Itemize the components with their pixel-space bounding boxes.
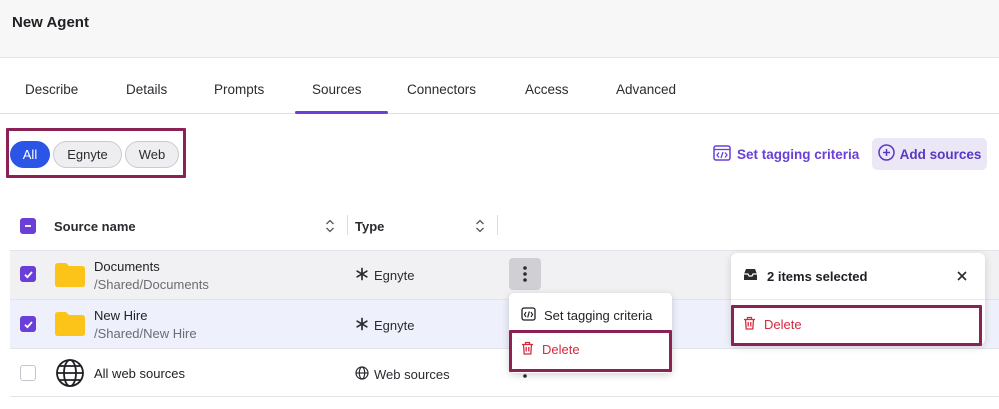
filter-chip-all[interactable]: All (10, 141, 50, 168)
tab-bar: Describe Details Prompts Sources Connect… (0, 70, 999, 114)
trash-icon (743, 316, 756, 333)
folder-icon (54, 262, 86, 293)
select-all-checkbox[interactable] (20, 218, 36, 234)
tab-details[interactable]: Details (126, 82, 167, 97)
source-type: Egnyte (355, 267, 414, 284)
sort-name-icon[interactable] (325, 218, 335, 239)
menu-item-label: Delete (542, 342, 580, 357)
egnyte-icon (355, 317, 369, 334)
egnyte-icon (355, 267, 369, 284)
folder-icon (54, 311, 86, 342)
source-name: All web sources (94, 366, 186, 381)
row-actions-button[interactable] (509, 258, 541, 290)
set-tagging-criteria-button[interactable]: Set tagging criteria (713, 143, 859, 165)
selection-panel-header: 2 items selected (743, 268, 867, 284)
active-tab-indicator (295, 111, 388, 114)
tab-sources[interactable]: Sources (312, 82, 362, 97)
source-path: /Shared/Documents (94, 277, 209, 292)
tab-prompts[interactable]: Prompts (214, 82, 264, 97)
selection-panel: 2 items selected Delete (731, 253, 985, 345)
column-divider (497, 215, 498, 235)
close-icon[interactable] (956, 269, 968, 287)
selection-count: 2 items selected (767, 268, 868, 284)
bulk-delete-label: Delete (764, 317, 802, 332)
source-type-label: Egnyte (374, 268, 415, 283)
source-name: Documents (94, 259, 160, 274)
app-header: New Agent (0, 0, 999, 58)
menu-item-delete[interactable]: Delete (521, 341, 580, 358)
add-sources-button[interactable]: Add sources (872, 138, 987, 170)
row-context-menu: Set tagging criteria Delete (509, 293, 672, 373)
tab-advanced[interactable]: Advanced (616, 82, 676, 97)
tab-access[interactable]: Access (525, 82, 569, 97)
code-tag-icon (713, 144, 731, 164)
menu-item-label: Set tagging criteria (544, 308, 653, 323)
source-type-label: Web sources (374, 367, 450, 382)
tab-connectors[interactable]: Connectors (407, 82, 476, 97)
tab-describe[interactable]: Describe (25, 82, 78, 97)
plus-circle-icon (877, 144, 895, 164)
source-name: New Hire (94, 308, 148, 323)
sort-type-icon[interactable] (475, 218, 485, 239)
source-path: /Shared/New Hire (94, 326, 197, 341)
set-tagging-criteria-label: Set tagging criteria (737, 146, 860, 162)
source-type-label: Egnyte (374, 318, 415, 333)
divider (731, 299, 985, 300)
column-header-source-name: Source name (54, 219, 136, 234)
column-header-type: Type (355, 219, 385, 234)
code-tag-icon (521, 307, 536, 324)
globe-icon (355, 366, 369, 383)
globe-icon (55, 358, 85, 393)
source-type: Web sources (355, 366, 450, 383)
add-sources-label: Add sources (899, 146, 982, 162)
menu-item-set-tagging-criteria[interactable]: Set tagging criteria (521, 307, 652, 324)
bulk-delete-button[interactable]: Delete (743, 316, 802, 333)
column-divider (347, 215, 348, 235)
row-checkbox[interactable] (20, 266, 36, 282)
source-type: Egnyte (355, 317, 414, 334)
trash-icon (521, 341, 534, 358)
page-title: New Agent (12, 14, 89, 31)
filter-chip-egnyte[interactable]: Egnyte (53, 141, 122, 168)
filter-chip-web[interactable]: Web (125, 141, 179, 168)
row-checkbox[interactable] (20, 365, 36, 381)
inbox-icon (743, 268, 758, 284)
row-checkbox[interactable] (20, 316, 36, 332)
